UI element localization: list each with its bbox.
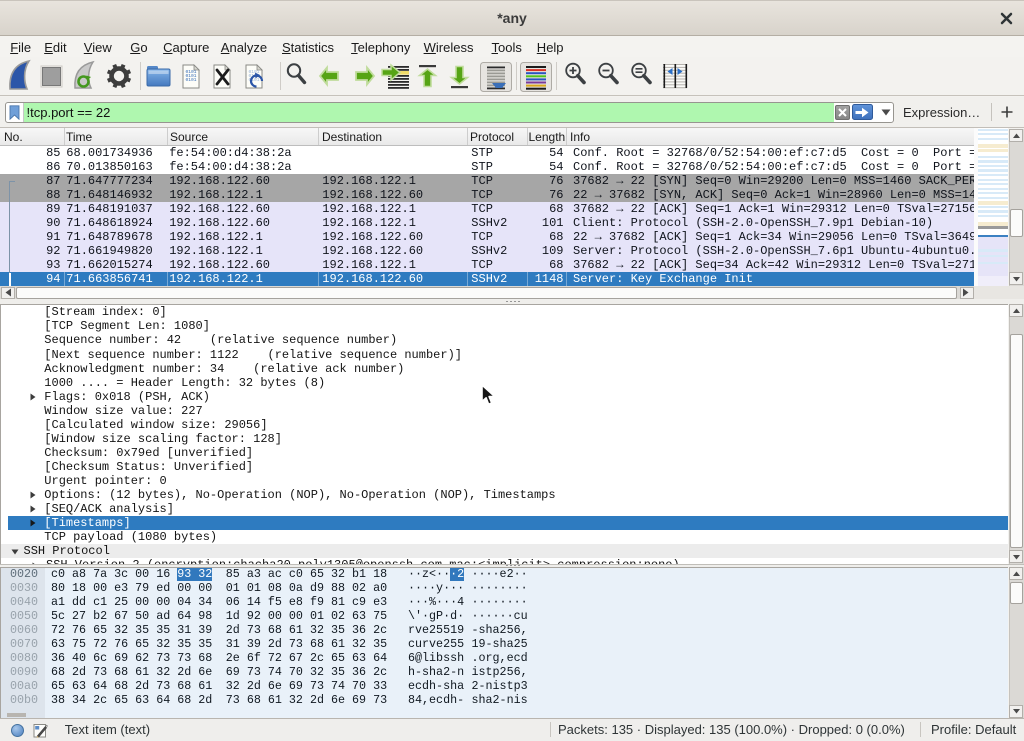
svg-text:0101: 0101 [186,77,197,83]
